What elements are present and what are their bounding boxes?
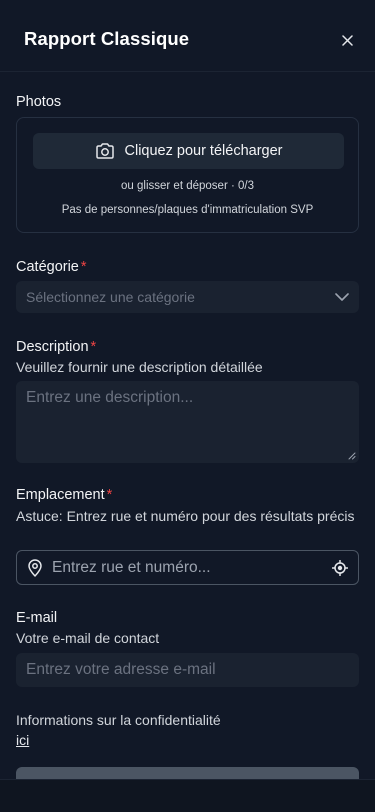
page-title: Rapport Classique [24, 28, 190, 49]
description-label: Description * [16, 339, 96, 355]
privacy-text: Informations sur la confidentialité [16, 712, 221, 728]
location-placeholder: Entrez rue et numéro... [52, 558, 211, 576]
photo-dropzone[interactable]: Cliquez pour télécharger ou glisser et d… [16, 117, 359, 233]
crosshair-icon[interactable] [332, 559, 348, 576]
location-helper: Astuce: Entrez rue et numéro pour des ré… [16, 508, 355, 524]
email-placeholder: Entrez votre adresse e-mail [26, 661, 216, 678]
close-icon [341, 34, 353, 46]
email-field[interactable]: Entrez votre adresse e-mail [16, 653, 359, 687]
category-label: Catégorie * [16, 259, 87, 275]
category-placeholder: Sélectionnez une catégorie [26, 289, 195, 305]
category-select[interactable]: Sélectionnez une catégorie [16, 281, 359, 313]
upload-hint: ou glisser et déposer · 0/3 [121, 180, 254, 192]
upload-label: Cliquez pour télécharger [124, 143, 283, 159]
map-pin-icon [28, 558, 42, 577]
email-helper: Votre e-mail de contact [16, 630, 160, 646]
camera-icon [95, 143, 114, 159]
close-button[interactable] [337, 30, 357, 50]
email-label: E-mail [16, 610, 58, 626]
description-helper: Veuillez fournir une description détaill… [16, 359, 263, 375]
category-label-text: Catégorie [16, 259, 79, 275]
description-textarea[interactable]: Entrez une description... [16, 381, 359, 463]
required-marker: * [80, 259, 87, 275]
description-placeholder: Entrez une description... [26, 389, 194, 406]
upload-button[interactable]: Cliquez pour télécharger [33, 133, 344, 169]
required-marker: * [90, 339, 97, 355]
required-marker: * [106, 487, 113, 503]
resize-handle-icon[interactable] [348, 452, 356, 460]
photos-label: Photos [16, 94, 62, 110]
location-label: Emplacement * [16, 487, 112, 503]
upload-note: Pas de personnes/plaques d'immatriculati… [61, 204, 314, 216]
privacy-link[interactable]: ici [16, 732, 29, 748]
report-sheet: Rapport Classique Photos Cliquez pour té… [0, 0, 375, 812]
description-label-text: Description [16, 339, 89, 355]
location-input[interactable]: Entrez rue et numéro... [16, 550, 359, 585]
location-label-text: Emplacement [16, 487, 105, 503]
footer-bar [0, 779, 375, 812]
header: Rapport Classique [0, 0, 375, 72]
chevron-down-icon [335, 293, 349, 301]
